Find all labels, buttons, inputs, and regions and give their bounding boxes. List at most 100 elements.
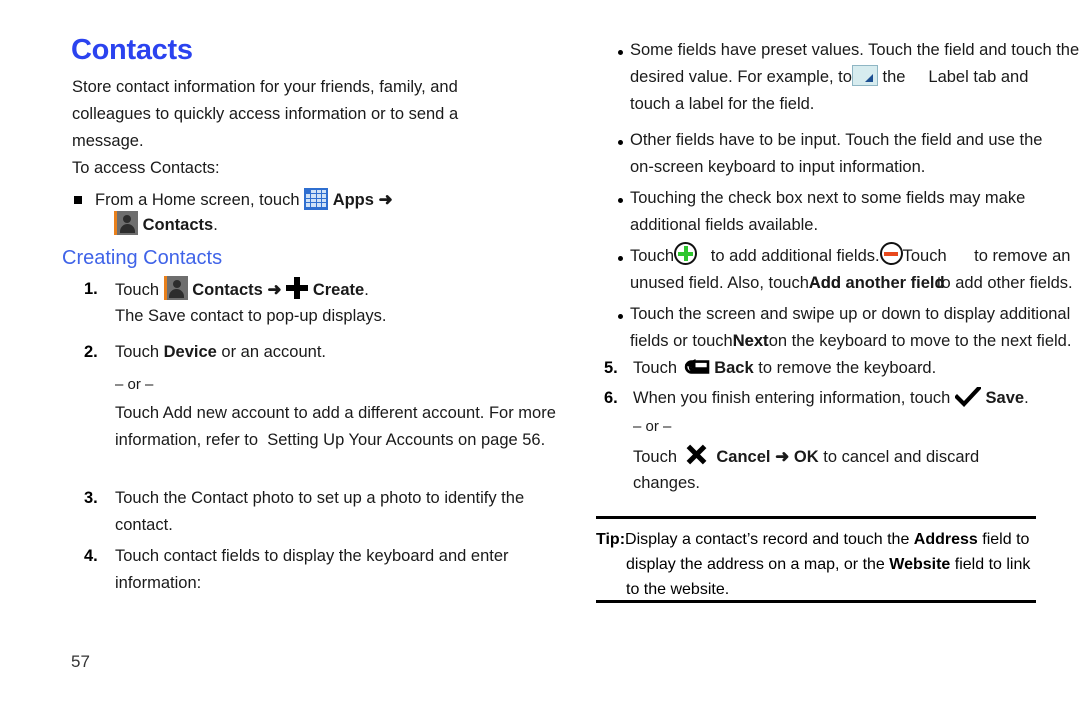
- tip-line2-pre: display the address on a map, or the: [626, 556, 890, 573]
- overlap-next-2: Next: [732, 332, 769, 350]
- left-column: Contacts Store contact information for y…: [60, 0, 580, 720]
- bullet-1-line2-post: Label tab and: [928, 68, 1029, 86]
- step-5-pre: Touch: [633, 359, 678, 377]
- step-5-post: to remove the keyboard.: [758, 359, 937, 377]
- step-2-post: or an account.: [216, 343, 326, 361]
- tip-line2: display the address on a map, or the Web…: [596, 552, 1036, 577]
- step-2-number: 2.: [84, 343, 98, 361]
- dropdown-tab-icon[interactable]: [851, 65, 878, 87]
- bullet-1-line2-pre: desired value. For example, to: [630, 68, 852, 86]
- step-2-alt: Touch Add new account to add a different…: [115, 404, 561, 449]
- step-2-device: Device: [163, 343, 217, 361]
- bullet-5-line2-pre: fields or touch: [630, 332, 733, 350]
- tip-line1-pre: Display a contact’s record and touch the: [625, 531, 914, 548]
- tip-line3: to the website.: [626, 581, 730, 598]
- tip-address-label: Address: [913, 531, 978, 548]
- checkmark-icon[interactable]: [954, 386, 981, 407]
- apps-label: Apps: [332, 191, 374, 209]
- step-3-number: 3.: [84, 489, 98, 507]
- bullet-dot: [618, 198, 623, 203]
- step-1-create-label: Create: [312, 281, 365, 299]
- back-arrow-icon[interactable]: [682, 358, 710, 375]
- cancel-label: Cancel: [716, 448, 771, 466]
- bullet-4-line2-pre: unused field. Also, touch: [630, 274, 809, 292]
- bullet-dot: [618, 50, 623, 55]
- bullet-2-line1: Other fields have to be input. Touch the…: [630, 131, 1043, 149]
- bullet-1-line2-mid: the: [882, 68, 906, 86]
- period: .: [364, 281, 369, 299]
- step-5-number: 5.: [604, 359, 618, 377]
- access-bullet-line1: From a Home screen, touch Apps ➜: [95, 186, 393, 214]
- contacts-label: Contacts: [142, 216, 214, 234]
- right-column: Some fields have preset values. Touch th…: [596, 0, 1080, 720]
- x-icon[interactable]: [686, 444, 707, 465]
- step-6-alt-line2: changes.: [633, 474, 700, 492]
- access-bullet-pre: From a Home screen, touch: [95, 191, 300, 209]
- bullet-3-line2: additional fields available.: [630, 216, 819, 234]
- contacts-person-icon[interactable]: [114, 210, 138, 235]
- page-title: Contacts: [71, 34, 193, 66]
- step-2-pre: Touch: [115, 343, 164, 361]
- step-1-number: 1.: [84, 280, 98, 298]
- bullet-2-line2: on-screen keyboard to input information.: [630, 158, 926, 176]
- tip-line1-post: field to: [977, 531, 1030, 548]
- arrow-icon: ➜: [378, 190, 393, 209]
- step-6-alt-line1: Touch Cancel ➜ OK to cancel and discard: [633, 443, 979, 471]
- bullet-1-line3: touch a label for the field.: [630, 95, 815, 113]
- period: .: [213, 216, 218, 234]
- step-1-text: Touch Contacts ➜ Create.: [115, 275, 369, 304]
- arrow-icon: ➜: [775, 447, 790, 466]
- bullet-4-touch-1: Touch: [630, 247, 675, 265]
- bullet-4-touch-2: Touch: [902, 247, 947, 265]
- tip-line2-post: field to link: [950, 556, 1031, 573]
- access-label: To access Contacts:: [72, 159, 220, 177]
- bullet-dot: [618, 140, 623, 145]
- step-4-number: 4.: [84, 547, 98, 565]
- step-6-save-label: Save: [985, 389, 1025, 407]
- bullet-4-line2-post: to add other fields.: [936, 274, 1073, 292]
- step-3-text: Touch the Contact photo to set up a phot…: [115, 489, 529, 534]
- step-6-alt-pre: Touch: [633, 448, 678, 466]
- step-6-text: When you finish entering information, to…: [633, 385, 1029, 412]
- intro-paragraph: Store contact information for your frien…: [72, 78, 463, 150]
- tip-label: Tip:: [596, 531, 626, 548]
- step-2-text: Touch Device or an account.: [115, 339, 326, 366]
- overlap-add-another-field: Add another field: [808, 274, 945, 292]
- bullet-dot: [618, 314, 623, 319]
- access-bullet-line2: Contacts.: [114, 210, 218, 239]
- bullet-square-icon: [74, 196, 82, 204]
- bullet-5-line2: fields or touch Next Next on the keyboard t…: [630, 328, 1071, 355]
- arrow-icon: ➜: [267, 280, 282, 299]
- step-1-contacts-label: Contacts: [192, 281, 263, 299]
- step-1-touch: Touch: [115, 281, 160, 299]
- bullet-1-line1: Some fields have preset values. Touch th…: [630, 41, 1080, 59]
- bullet-4-remove-text: to remove an: [974, 247, 1071, 265]
- tip-top-rule: [596, 516, 1036, 519]
- circled-plus-icon[interactable]: [674, 242, 698, 266]
- bullet-5-line1: Touch the screen and swipe up or down to…: [630, 305, 1071, 323]
- tip-box: Tip:Display a contact’s record and touch…: [596, 527, 1036, 602]
- contacts-person-icon[interactable]: [163, 275, 188, 300]
- period: .: [1024, 389, 1029, 407]
- bullet-4-add-text: to add additional fields.: [710, 247, 880, 265]
- circled-minus-icon[interactable]: [879, 242, 903, 266]
- step-2-or: – or –: [115, 376, 154, 393]
- plus-icon[interactable]: [286, 276, 309, 299]
- step-6-number: 6.: [604, 389, 618, 407]
- apps-grid-icon[interactable]: [304, 187, 329, 210]
- bullet-dot: [618, 256, 623, 261]
- step-1-sub: The Save contact to pop-up displays.: [115, 307, 387, 325]
- bullet-4-line1: Touch to add additional fields. Touch to …: [630, 242, 1071, 270]
- tip-bottom-rule: [596, 600, 1036, 603]
- step-6-pre: When you finish entering information, to…: [633, 389, 951, 407]
- step-6-or: – or –: [633, 418, 672, 435]
- step-5-text: Touch Back to remove the keyboard.: [633, 355, 936, 382]
- section-subheading: Creating Contacts: [62, 247, 223, 269]
- bullet-5-line2-post: on the keyboard to move to the next fiel…: [768, 332, 1072, 350]
- step-6-alt-post: to cancel and discard: [823, 448, 980, 466]
- manual-page: Contacts Store contact information for y…: [0, 0, 1080, 720]
- step-4-text: Touch contact fields to display the keyb…: [115, 547, 514, 592]
- tip-website-label: Website: [889, 556, 951, 573]
- bullet-4-line2: unused field. Also, touch Add Add another …: [630, 270, 1073, 297]
- step-5-back-label: Back: [714, 359, 754, 377]
